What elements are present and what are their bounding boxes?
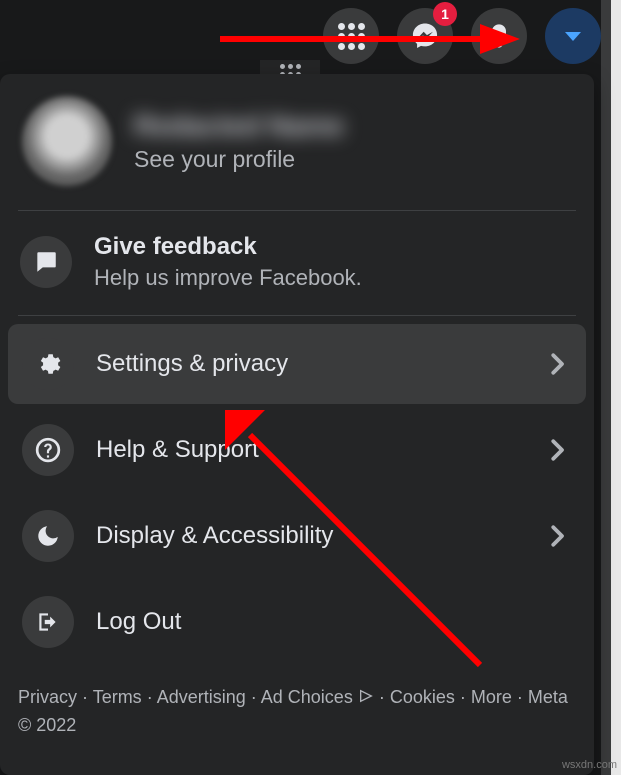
menu-label: Display & Accessibility (96, 522, 520, 550)
feedback-icon-circle (20, 236, 72, 288)
footer-terms[interactable]: Terms (93, 687, 142, 707)
display-icon-circle (22, 510, 74, 562)
menu-item-help-support[interactable]: Help & Support (8, 410, 586, 490)
caret-down-icon (565, 32, 581, 41)
divider (18, 210, 576, 211)
menu-list: Settings & privacy Help & Support Displa… (0, 324, 594, 662)
question-icon (35, 437, 61, 463)
help-icon-circle (22, 424, 74, 476)
settings-icon-circle (22, 338, 74, 390)
profile-row[interactable]: Redacted Name See your profile (0, 84, 594, 202)
footer-cookies[interactable]: Cookies (390, 687, 455, 707)
profile-name: Redacted Name (134, 110, 344, 142)
menu-item-logout[interactable]: Log Out (8, 582, 586, 662)
scrollbar-track[interactable] (601, 0, 621, 775)
logout-icon (35, 609, 61, 635)
profile-subtitle: See your profile (134, 146, 344, 173)
watermark: wsxdn.com (562, 759, 617, 771)
menu-label: Settings & privacy (96, 350, 520, 378)
feedback-title: Give feedback (94, 233, 362, 261)
menu-item-settings-privacy[interactable]: Settings & privacy (8, 324, 586, 404)
bell-icon (485, 22, 513, 50)
profile-text: Redacted Name See your profile (134, 110, 344, 173)
footer-advertising[interactable]: Advertising (157, 687, 246, 707)
menu-label: Log Out (96, 608, 572, 636)
adchoices-icon (358, 685, 374, 712)
account-menu-button[interactable] (545, 8, 601, 64)
feedback-icon (33, 249, 59, 275)
gear-icon (35, 351, 61, 377)
menu-apps-button[interactable] (323, 8, 379, 64)
chevron-right-icon (542, 349, 572, 379)
footer-adchoices[interactable]: Ad Choices (261, 687, 353, 707)
feedback-row[interactable]: Give feedback Help us improve Facebook. (0, 219, 594, 307)
menu-item-display-accessibility[interactable]: Display & Accessibility (8, 496, 586, 576)
footer-privacy[interactable]: Privacy (18, 687, 77, 707)
moon-icon (35, 523, 61, 549)
feedback-text: Give feedback Help us improve Facebook. (94, 233, 362, 291)
footer-more[interactable]: More (471, 687, 512, 707)
footer-links: Privacy · Terms · Advertising · Ad Choic… (0, 668, 594, 739)
logout-icon-circle (22, 596, 74, 648)
scrollbar-thumb[interactable] (611, 0, 621, 775)
divider (18, 315, 576, 316)
notifications-button[interactable] (471, 8, 527, 64)
chevron-right-icon (542, 521, 572, 551)
menu-label: Help & Support (96, 436, 520, 464)
chevron-right-icon (542, 435, 572, 465)
messenger-icon (410, 21, 440, 51)
feedback-subtitle: Help us improve Facebook. (94, 265, 362, 291)
messenger-button[interactable]: 1 (397, 8, 453, 64)
account-dropdown-panel: Redacted Name See your profile Give feed… (0, 74, 594, 775)
grid-icon (338, 23, 365, 50)
notification-badge: 1 (433, 2, 457, 26)
avatar (22, 96, 112, 186)
